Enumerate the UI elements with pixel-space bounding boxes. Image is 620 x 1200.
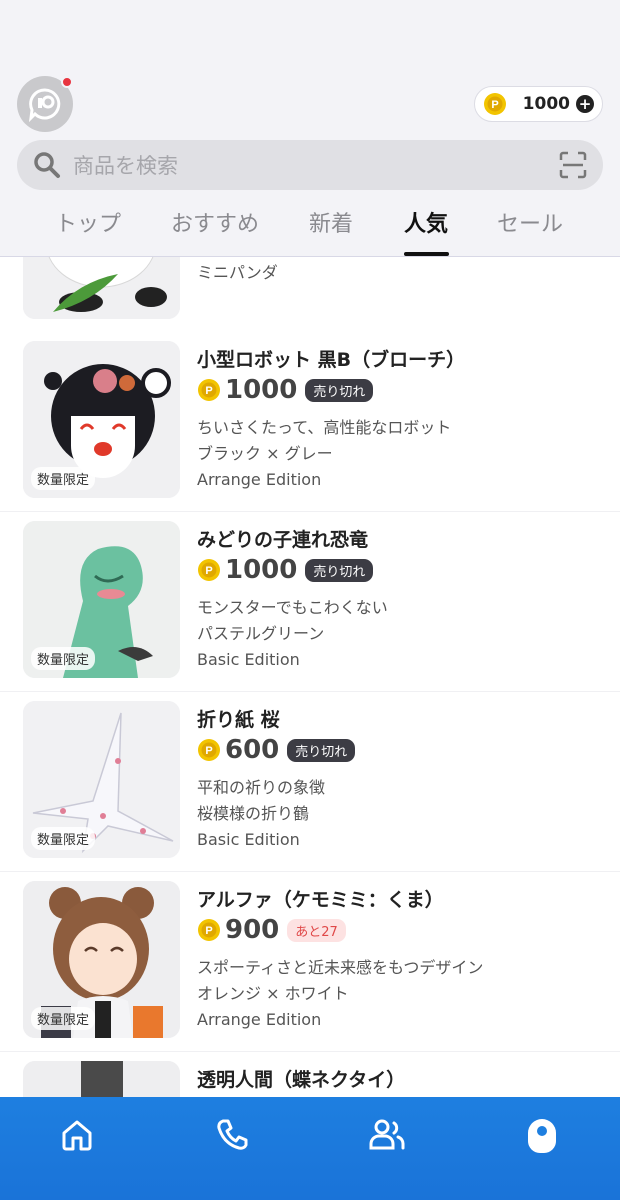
svg-text:P: P	[205, 565, 212, 577]
product-price: 1000	[225, 555, 298, 585]
search-bar[interactable]: 商品を検索	[17, 140, 603, 190]
product-color-line: オレンジ × ホワイト	[197, 984, 349, 1003]
price-row: P 1000 売り切れ	[197, 375, 374, 405]
svg-text:P: P	[205, 385, 212, 397]
coin-icon: P	[198, 559, 220, 581]
svg-text:P: P	[205, 925, 212, 937]
svg-text:P: P	[205, 745, 212, 757]
product-description-line: ミニパンダ	[197, 263, 278, 282]
search-icon	[34, 152, 60, 178]
home-icon[interactable]	[57, 1115, 97, 1155]
product-image-origami-crane: 数量限定	[23, 701, 180, 858]
product-description-line: ちいさくたって、高性能なロボット	[197, 418, 452, 437]
product-edition-line: Basic Edition	[197, 830, 300, 849]
coin-icon: P	[198, 379, 220, 401]
product-image-mini-panda	[23, 257, 180, 319]
svg-text:P: P	[491, 99, 498, 111]
divider	[0, 1051, 620, 1052]
search-input[interactable]: 商品を検索	[73, 150, 178, 180]
tab-sale[interactable]: セール	[497, 206, 563, 238]
product-description-line: 平和の祈りの象徴	[197, 778, 326, 797]
product-color-line: パステルグリーン	[197, 624, 325, 643]
coin-icon: P	[198, 919, 220, 941]
limited-badge: 数量限定	[31, 647, 96, 670]
product-price: 600	[225, 735, 280, 765]
remaining-stock-badge: あと27	[287, 918, 346, 942]
product-edition-line: Arrange Edition	[197, 470, 322, 489]
product-description-line: スポーティさと近未来感をもつデザイン	[197, 958, 484, 977]
price-row: P 600 売り切れ	[197, 735, 356, 765]
sold-out-badge: 売り切れ	[305, 378, 374, 402]
coin-balance[interactable]: P 1000 +	[474, 86, 603, 122]
product-name: 折り紙 桜	[197, 709, 280, 731]
plus-icon[interactable]: +	[576, 95, 594, 113]
divider	[0, 511, 620, 512]
product-image-dinosaur: 数量限定	[23, 521, 180, 678]
product-price: 900	[225, 915, 280, 945]
tab-top[interactable]: トップ	[55, 206, 121, 238]
friends-icon[interactable]	[367, 1115, 407, 1155]
product-name: アルファ（ケモミミ：くま）	[197, 889, 444, 911]
limited-badge: 数量限定	[31, 467, 96, 490]
sold-out-badge: 売り切れ	[305, 558, 374, 582]
product-price: 1000	[225, 375, 298, 405]
divider	[0, 871, 620, 872]
product-name: みどりの子連れ恐竜	[197, 529, 369, 551]
active-tab-indicator	[404, 252, 449, 256]
category-tabs: トップ おすすめ 新着 人気 セール	[0, 206, 620, 256]
product-image-alpha-bear: 数量限定	[23, 881, 180, 1038]
bottom-navigation	[0, 1097, 620, 1200]
scan-icon[interactable]	[559, 151, 587, 179]
coin-icon: P	[484, 93, 506, 115]
product-name: 透明人間（蝶ネクタイ）	[197, 1069, 406, 1091]
price-row: P 900 あと27	[197, 915, 346, 945]
product-image-robot: 数量限定	[23, 341, 180, 498]
limited-badge: 数量限定	[31, 827, 96, 850]
tab-recommended[interactable]: おすすめ	[171, 206, 259, 238]
product-edition-line: Arrange Edition	[197, 1010, 322, 1029]
chat-avatar-icon	[28, 88, 61, 122]
limited-badge: 数量限定	[31, 1007, 96, 1030]
coin-icon: P	[198, 739, 220, 761]
sold-out-badge: 売り切れ	[287, 738, 356, 762]
price-row: P 1000 売り切れ	[197, 555, 374, 585]
tab-new[interactable]: 新着	[309, 206, 353, 238]
product-list[interactable]: ミニパンダ 数量限定 小型ロボット 黒B（ブローチ） P 1000 売り切れ ち…	[0, 257, 620, 1097]
coin-amount: 1000	[522, 94, 570, 114]
divider	[0, 691, 620, 692]
header: P 1000 + 商品を検索 トップ おすすめ 新着 人気 セール	[0, 0, 620, 257]
notification-dot	[61, 76, 73, 88]
product-color-line: 桜模様の折り鶴	[197, 804, 310, 823]
profile-icon[interactable]	[522, 1115, 562, 1155]
phone-icon[interactable]	[212, 1115, 252, 1155]
product-description-line: モンスターでもこわくない	[197, 598, 388, 617]
product-name: 小型ロボット 黒B（ブローチ）	[197, 349, 466, 371]
product-color-line: ブラック × グレー	[197, 444, 333, 463]
tab-popular[interactable]: 人気	[404, 206, 448, 238]
product-image-invisible-man	[23, 1061, 180, 1097]
product-edition-line: Basic Edition	[197, 650, 300, 669]
